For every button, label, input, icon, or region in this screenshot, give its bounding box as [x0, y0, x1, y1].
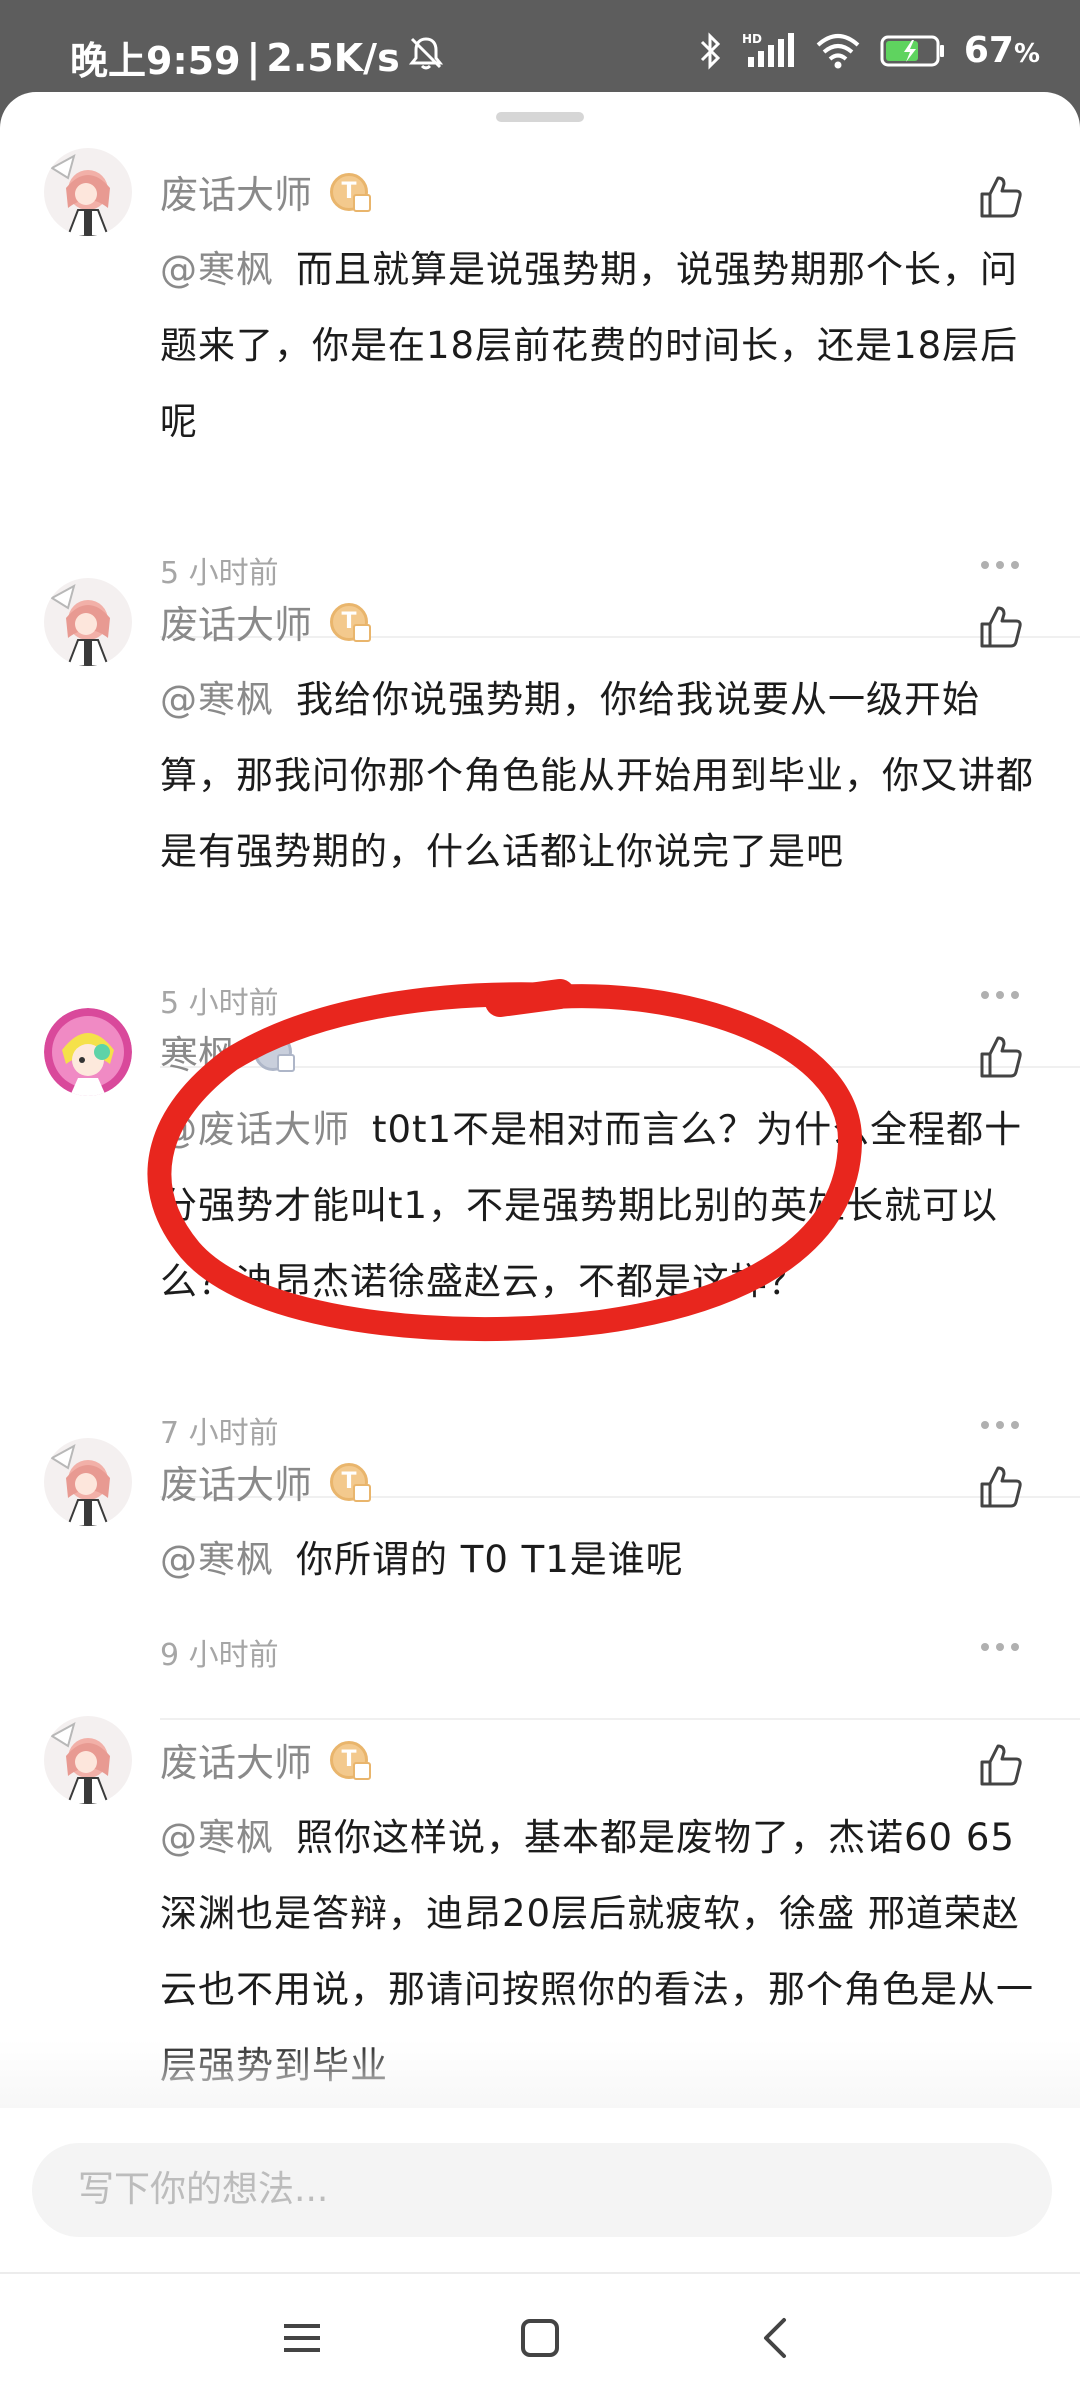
mention-link[interactable]: @寒枫	[160, 1538, 274, 1581]
status-right: HD 67%	[696, 30, 1040, 71]
svg-text:HD: HD	[742, 32, 762, 46]
avatar[interactable]	[44, 1716, 132, 1804]
comment-time: 5 小时前	[160, 986, 279, 1021]
level-badge-icon: T	[330, 172, 372, 212]
mention-link[interactable]: @寒枫	[160, 1816, 274, 1859]
author-name[interactable]: 废话大师	[160, 594, 312, 649]
battery-level: 67%	[963, 30, 1040, 71]
comment-body: @寒枫 我给你说强势期，你给我说要从一级开始算，那我问你那个角色能从开始用到毕业，…	[160, 662, 1040, 890]
like-thumb-icon[interactable]	[978, 1742, 1024, 1788]
divider	[160, 1718, 1080, 1720]
more-options-icon[interactable]	[980, 990, 1020, 1000]
author-name[interactable]: 废话大师	[160, 164, 312, 219]
menu-icon[interactable]	[276, 2312, 328, 2364]
comment-text: 你所谓的 T0 T1是谁呢	[296, 1538, 684, 1581]
comment-author[interactable]: 废话大师 T	[160, 164, 372, 219]
comment-text: 我给你说强势期，你给我说要从一级开始算，那我问你那个角色能从开始用到毕业，你又讲…	[160, 678, 1034, 873]
comment-time: 7 小时前	[160, 1416, 279, 1451]
comment-time: 9 小时前	[160, 1638, 279, 1673]
avatar[interactable]	[44, 578, 132, 666]
comment-body: @寒枫 而且就算是说强势期，说强势期那个长，问题来了，你是在18层前花费的时间长，…	[160, 232, 1040, 460]
wifi-icon	[814, 31, 862, 71]
system-nav-bar	[0, 2272, 1080, 2400]
comment-body: @废话大师 t0t1不是相对而言么？为什么全程都十分强势才能叫t1，不是强势期比别…	[160, 1092, 1040, 1320]
comment-author[interactable]: 废话大师 T	[160, 1732, 372, 1787]
status-net-speed: 2.5K/s	[266, 35, 400, 80]
home-icon[interactable]	[514, 2312, 566, 2364]
level-badge-icon	[254, 1032, 296, 1072]
more-options-icon[interactable]	[980, 1642, 1020, 1652]
comment-author[interactable]: 废话大师 T	[160, 594, 372, 649]
status-time: 晚上9:59	[70, 39, 241, 83]
like-thumb-icon[interactable]	[978, 1464, 1024, 1510]
comment-body: @寒枫 你所谓的 T0 T1是谁呢	[160, 1522, 1040, 1598]
avatar[interactable]	[44, 1008, 132, 1096]
back-icon[interactable]	[752, 2312, 804, 2364]
level-badge-icon: T	[330, 1462, 372, 1502]
status-left: 晚上9:59 | 2.5K/s	[70, 30, 446, 85]
divider	[160, 1066, 1080, 1068]
more-options-icon[interactable]	[980, 1420, 1020, 1430]
battery-charging-icon	[880, 31, 946, 71]
author-name[interactable]: 寒枫	[160, 1024, 236, 1079]
scroll-fade	[0, 2040, 1080, 2108]
hd-signal-icon: HD	[742, 31, 796, 71]
comment-author[interactable]: 寒枫	[160, 1024, 296, 1079]
status-separator: |	[246, 35, 261, 80]
drag-handle[interactable]	[496, 112, 584, 122]
comment-input[interactable]: 写下你的想法...	[32, 2143, 1052, 2237]
comment-time: 5 小时前	[160, 556, 279, 591]
comment-author[interactable]: 废话大师 T	[160, 1454, 372, 1509]
like-thumb-icon[interactable]	[978, 1034, 1024, 1080]
author-name[interactable]: 废话大师	[160, 1454, 312, 1509]
bluetooth-icon	[696, 31, 724, 71]
mention-link[interactable]: @废话大师	[160, 1108, 350, 1151]
mention-link[interactable]: @寒枫	[160, 678, 274, 721]
author-name[interactable]: 废话大师	[160, 1732, 312, 1787]
status-bar: 晚上9:59 | 2.5K/s HD 67%	[0, 0, 1080, 92]
mute-bell-icon	[406, 33, 446, 82]
comment-text: 而且就算是说强势期，说强势期那个长，问题来了，你是在18层前花费的时间长，还是1…	[160, 248, 1019, 443]
like-thumb-icon[interactable]	[978, 174, 1024, 220]
level-badge-icon: T	[330, 602, 372, 642]
level-badge-icon: T	[330, 1740, 372, 1780]
avatar[interactable]	[44, 1438, 132, 1526]
more-options-icon[interactable]	[980, 560, 1020, 570]
avatar[interactable]	[44, 148, 132, 236]
mention-link[interactable]: @寒枫	[160, 248, 274, 291]
like-thumb-icon[interactable]	[978, 604, 1024, 650]
